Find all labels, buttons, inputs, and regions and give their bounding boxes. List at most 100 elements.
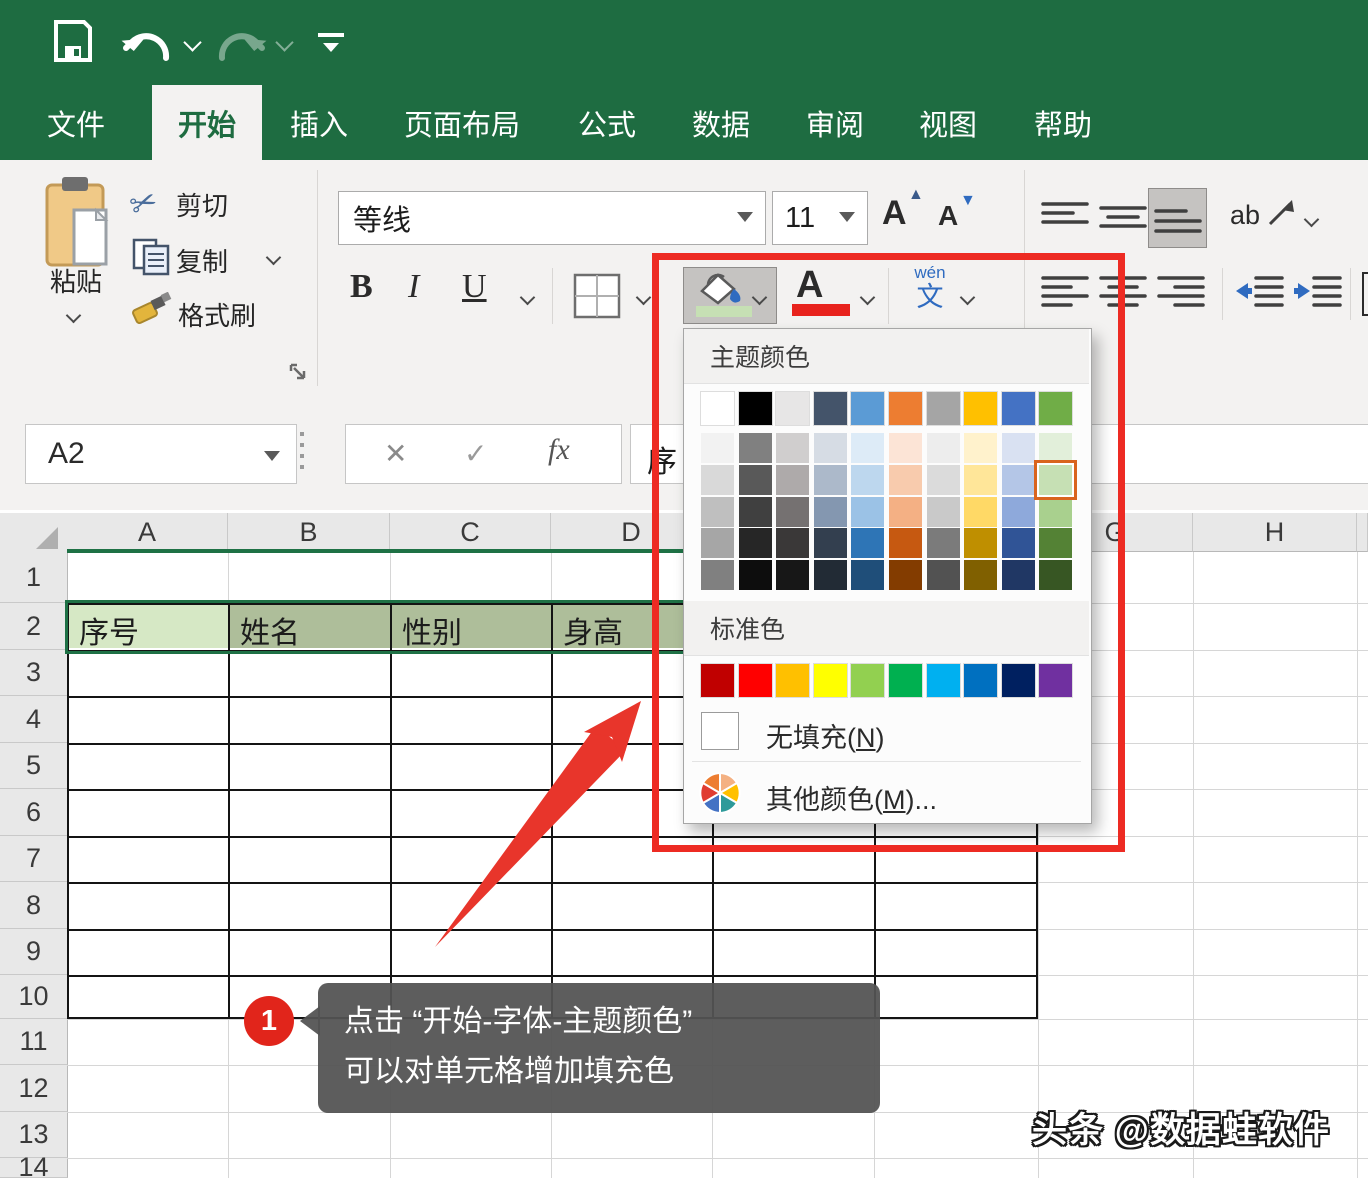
standard-color-swatch[interactable] — [927, 664, 960, 697]
theme-color-variant-swatch[interactable] — [889, 433, 922, 463]
font-size-dropdown-icon[interactable] — [839, 212, 855, 222]
theme-color-variant-swatch[interactable] — [776, 497, 809, 527]
format-painter-button[interactable]: 格式刷 — [178, 296, 256, 333]
theme-color-swatch[interactable] — [927, 392, 960, 425]
theme-color-variant-swatch[interactable] — [814, 465, 847, 495]
standard-color-swatch[interactable] — [701, 664, 734, 697]
row-header[interactable]: 6 — [0, 789, 68, 836]
paste-icon[interactable] — [44, 176, 114, 272]
ribbon-tab[interactable]: 文件 — [30, 85, 122, 160]
theme-color-variant-swatch[interactable] — [927, 497, 960, 527]
column-header[interactable]: H — [1193, 513, 1357, 552]
ribbon-tab[interactable]: 页面布局 — [386, 85, 538, 160]
theme-color-variant-swatch[interactable] — [739, 433, 772, 463]
theme-color-variant-swatch[interactable] — [1002, 560, 1035, 590]
row-header[interactable]: 3 — [0, 650, 68, 696]
row-header[interactable]: 11 — [0, 1019, 68, 1065]
format-painter-icon[interactable] — [132, 292, 174, 328]
row-header[interactable]: 9 — [0, 929, 68, 975]
clipboard-dialog-launcher-icon[interactable] — [288, 362, 308, 382]
theme-color-swatch[interactable] — [851, 392, 884, 425]
decrease-font-size-button[interactable]: A▼ — [938, 200, 958, 232]
theme-color-variant-swatch[interactable] — [1039, 433, 1072, 463]
theme-color-variant-swatch[interactable] — [889, 560, 922, 590]
theme-color-variant-swatch[interactable] — [964, 560, 997, 590]
theme-color-variant-swatch[interactable] — [964, 497, 997, 527]
column-header[interactable]: C — [390, 513, 551, 551]
theme-color-variant-swatch[interactable] — [776, 560, 809, 590]
theme-color-variant-swatch[interactable] — [927, 465, 960, 495]
standard-color-swatch[interactable] — [1002, 664, 1035, 697]
formula-bar-drag-handle[interactable] — [300, 432, 304, 476]
theme-color-swatch[interactable] — [814, 392, 847, 425]
more-colors-item[interactable]: 其他颜色(M)... — [684, 765, 1089, 821]
theme-color-variant-swatch[interactable] — [889, 528, 922, 558]
theme-color-variant-swatch[interactable] — [814, 560, 847, 590]
theme-color-variant-swatch[interactable] — [851, 465, 884, 495]
ribbon-tab[interactable]: 开始 — [152, 85, 262, 160]
standard-color-swatch[interactable] — [889, 664, 922, 697]
theme-color-variant-swatch[interactable] — [964, 528, 997, 558]
row-header[interactable]: 4 — [0, 696, 68, 743]
row-header[interactable]: 7 — [0, 836, 68, 882]
theme-color-swatch[interactable] — [889, 392, 922, 425]
theme-color-swatch[interactable] — [964, 392, 997, 425]
font-color-dropdown-icon[interactable] — [862, 290, 873, 308]
theme-color-variant-swatch[interactable] — [851, 560, 884, 590]
undo-dropdown-icon[interactable] — [183, 33, 201, 51]
select-all-button[interactable] — [0, 513, 68, 553]
orientation-button[interactable]: ab — [1230, 200, 1260, 231]
enter-button[interactable]: ✓ — [464, 437, 487, 470]
theme-color-swatch[interactable] — [776, 392, 809, 425]
theme-color-variant-swatch[interactable] — [814, 497, 847, 527]
row-header[interactable]: 8 — [0, 882, 68, 929]
customize-qat-icon[interactable] — [318, 33, 344, 37]
ribbon-tab[interactable]: 帮助 — [1016, 85, 1110, 160]
orientation-dropdown-icon[interactable] — [1306, 212, 1317, 230]
theme-color-variant-swatch[interactable] — [739, 497, 772, 527]
top-align-button[interactable] — [1040, 198, 1090, 238]
row-header[interactable]: 5 — [0, 743, 68, 789]
theme-color-variant-swatch[interactable] — [927, 433, 960, 463]
theme-color-variant-swatch[interactable] — [889, 497, 922, 527]
standard-color-swatch[interactable] — [964, 664, 997, 697]
font-color-button[interactable]: A — [796, 264, 823, 307]
cut-button[interactable]: 剪切 — [176, 186, 228, 223]
align-center-button[interactable] — [1098, 272, 1148, 312]
theme-color-variant-swatch[interactable] — [701, 497, 734, 527]
font-size-combobox[interactable]: 11 — [772, 191, 868, 245]
no-fill-item[interactable]: 无填充(N) — [684, 704, 1089, 759]
row-header[interactable]: 10 — [0, 975, 68, 1019]
theme-color-variant-swatch[interactable] — [1002, 497, 1035, 527]
customize-qat-arrow-icon[interactable] — [323, 43, 339, 52]
column-header[interactable] — [1357, 513, 1368, 552]
increase-font-size-button[interactable]: A▲ — [882, 194, 907, 233]
fill-color-dropdown-icon[interactable] — [754, 290, 765, 308]
phonetic-guide-button[interactable]: wén 文 — [902, 264, 958, 312]
theme-color-variant-swatch[interactable] — [814, 528, 847, 558]
theme-color-variant-swatch[interactable] — [814, 433, 847, 463]
theme-color-variant-swatch[interactable] — [739, 560, 772, 590]
theme-color-variant-swatch[interactable] — [927, 528, 960, 558]
theme-color-variant-swatch[interactable] — [851, 528, 884, 558]
standard-color-swatch[interactable] — [814, 664, 847, 697]
theme-color-variant-swatch[interactable] — [776, 433, 809, 463]
standard-color-swatch[interactable] — [739, 664, 772, 697]
theme-color-variant-swatch[interactable] — [1002, 465, 1035, 495]
theme-color-variant-swatch[interactable] — [1039, 497, 1072, 527]
theme-color-variant-swatch[interactable] — [889, 465, 922, 495]
font-name-combobox[interactable]: 等线 — [338, 191, 766, 245]
ribbon-tab[interactable]: 公式 — [560, 85, 654, 160]
borders-icon[interactable] — [572, 272, 622, 320]
ribbon-tab[interactable]: 审阅 — [788, 85, 882, 160]
theme-color-variant-swatch[interactable] — [851, 433, 884, 463]
row-header[interactable]: 14 — [0, 1158, 68, 1178]
theme-color-variant-swatch[interactable] — [776, 465, 809, 495]
underline-button[interactable]: U — [462, 268, 487, 306]
cancel-button[interactable]: ✕ — [384, 437, 407, 470]
theme-color-variant-swatch[interactable] — [701, 465, 734, 495]
theme-color-variant-swatch[interactable] — [701, 433, 734, 463]
theme-color-variant-swatch[interactable] — [776, 528, 809, 558]
decrease-indent-button[interactable] — [1234, 272, 1286, 312]
middle-align-button[interactable] — [1098, 198, 1148, 238]
